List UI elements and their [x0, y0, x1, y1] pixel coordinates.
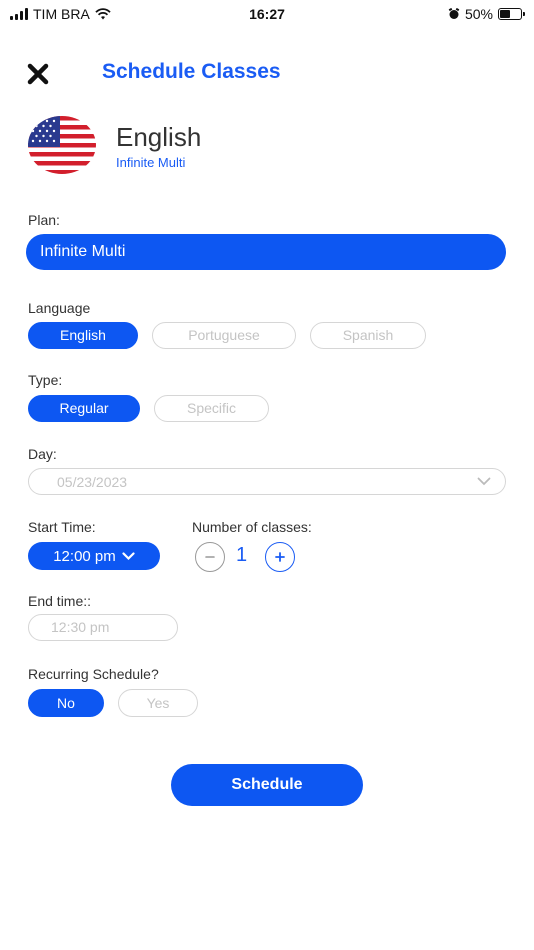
language-label: Language	[28, 300, 91, 316]
chevron-down-icon	[122, 551, 135, 560]
minus-icon	[205, 556, 215, 558]
language-option-portuguese[interactable]: Portuguese	[152, 322, 296, 349]
type-label: Type:	[28, 372, 63, 388]
alarm-icon	[448, 8, 460, 19]
end-time-label: End time::	[28, 593, 92, 609]
status-right: 50%	[448, 6, 525, 22]
end-time-field: 12:30 pm	[28, 614, 178, 641]
course-plan: Infinite Multi	[116, 155, 186, 170]
increment-button[interactable]	[265, 542, 295, 572]
battery-percent: 50%	[464, 6, 493, 22]
day-picker[interactable]: 05/23/2023	[28, 468, 506, 495]
day-label: Day:	[28, 446, 57, 462]
close-button[interactable]	[24, 60, 52, 88]
language-option-spanish[interactable]: Spanish	[310, 322, 426, 349]
plus-icon	[275, 552, 285, 562]
language-option-english[interactable]: English	[28, 322, 138, 349]
number-of-classes-label: Number of classes:	[192, 519, 312, 535]
plan-label: Plan:	[28, 212, 60, 228]
day-value: 05/23/2023	[57, 474, 128, 490]
start-time-value: 12:00 pm	[53, 547, 116, 565]
chevron-down-icon	[477, 477, 491, 486]
type-option-specific[interactable]: Specific	[154, 395, 269, 422]
recurring-option-no[interactable]: No	[28, 689, 104, 717]
plan-select[interactable]: Infinite Multi	[26, 234, 506, 270]
decrement-button[interactable]	[195, 542, 225, 572]
number-of-classes-value: 1	[236, 544, 248, 566]
us-flag-icon	[28, 116, 96, 174]
course-name: English	[116, 122, 202, 152]
recurring-option-yes[interactable]: Yes	[118, 689, 198, 717]
close-icon	[27, 63, 49, 85]
recurring-label: Recurring Schedule?	[28, 666, 159, 682]
start-time-label: Start Time:	[28, 519, 96, 535]
type-option-regular[interactable]: Regular	[28, 395, 140, 422]
schedule-button[interactable]: Schedule	[171, 764, 363, 806]
page-title: Schedule Classes	[102, 60, 281, 83]
battery-icon	[498, 8, 525, 20]
start-time-select[interactable]: 12:00 pm	[28, 542, 160, 570]
status-bar: TIM BRA 16:27 50%	[0, 0, 534, 28]
